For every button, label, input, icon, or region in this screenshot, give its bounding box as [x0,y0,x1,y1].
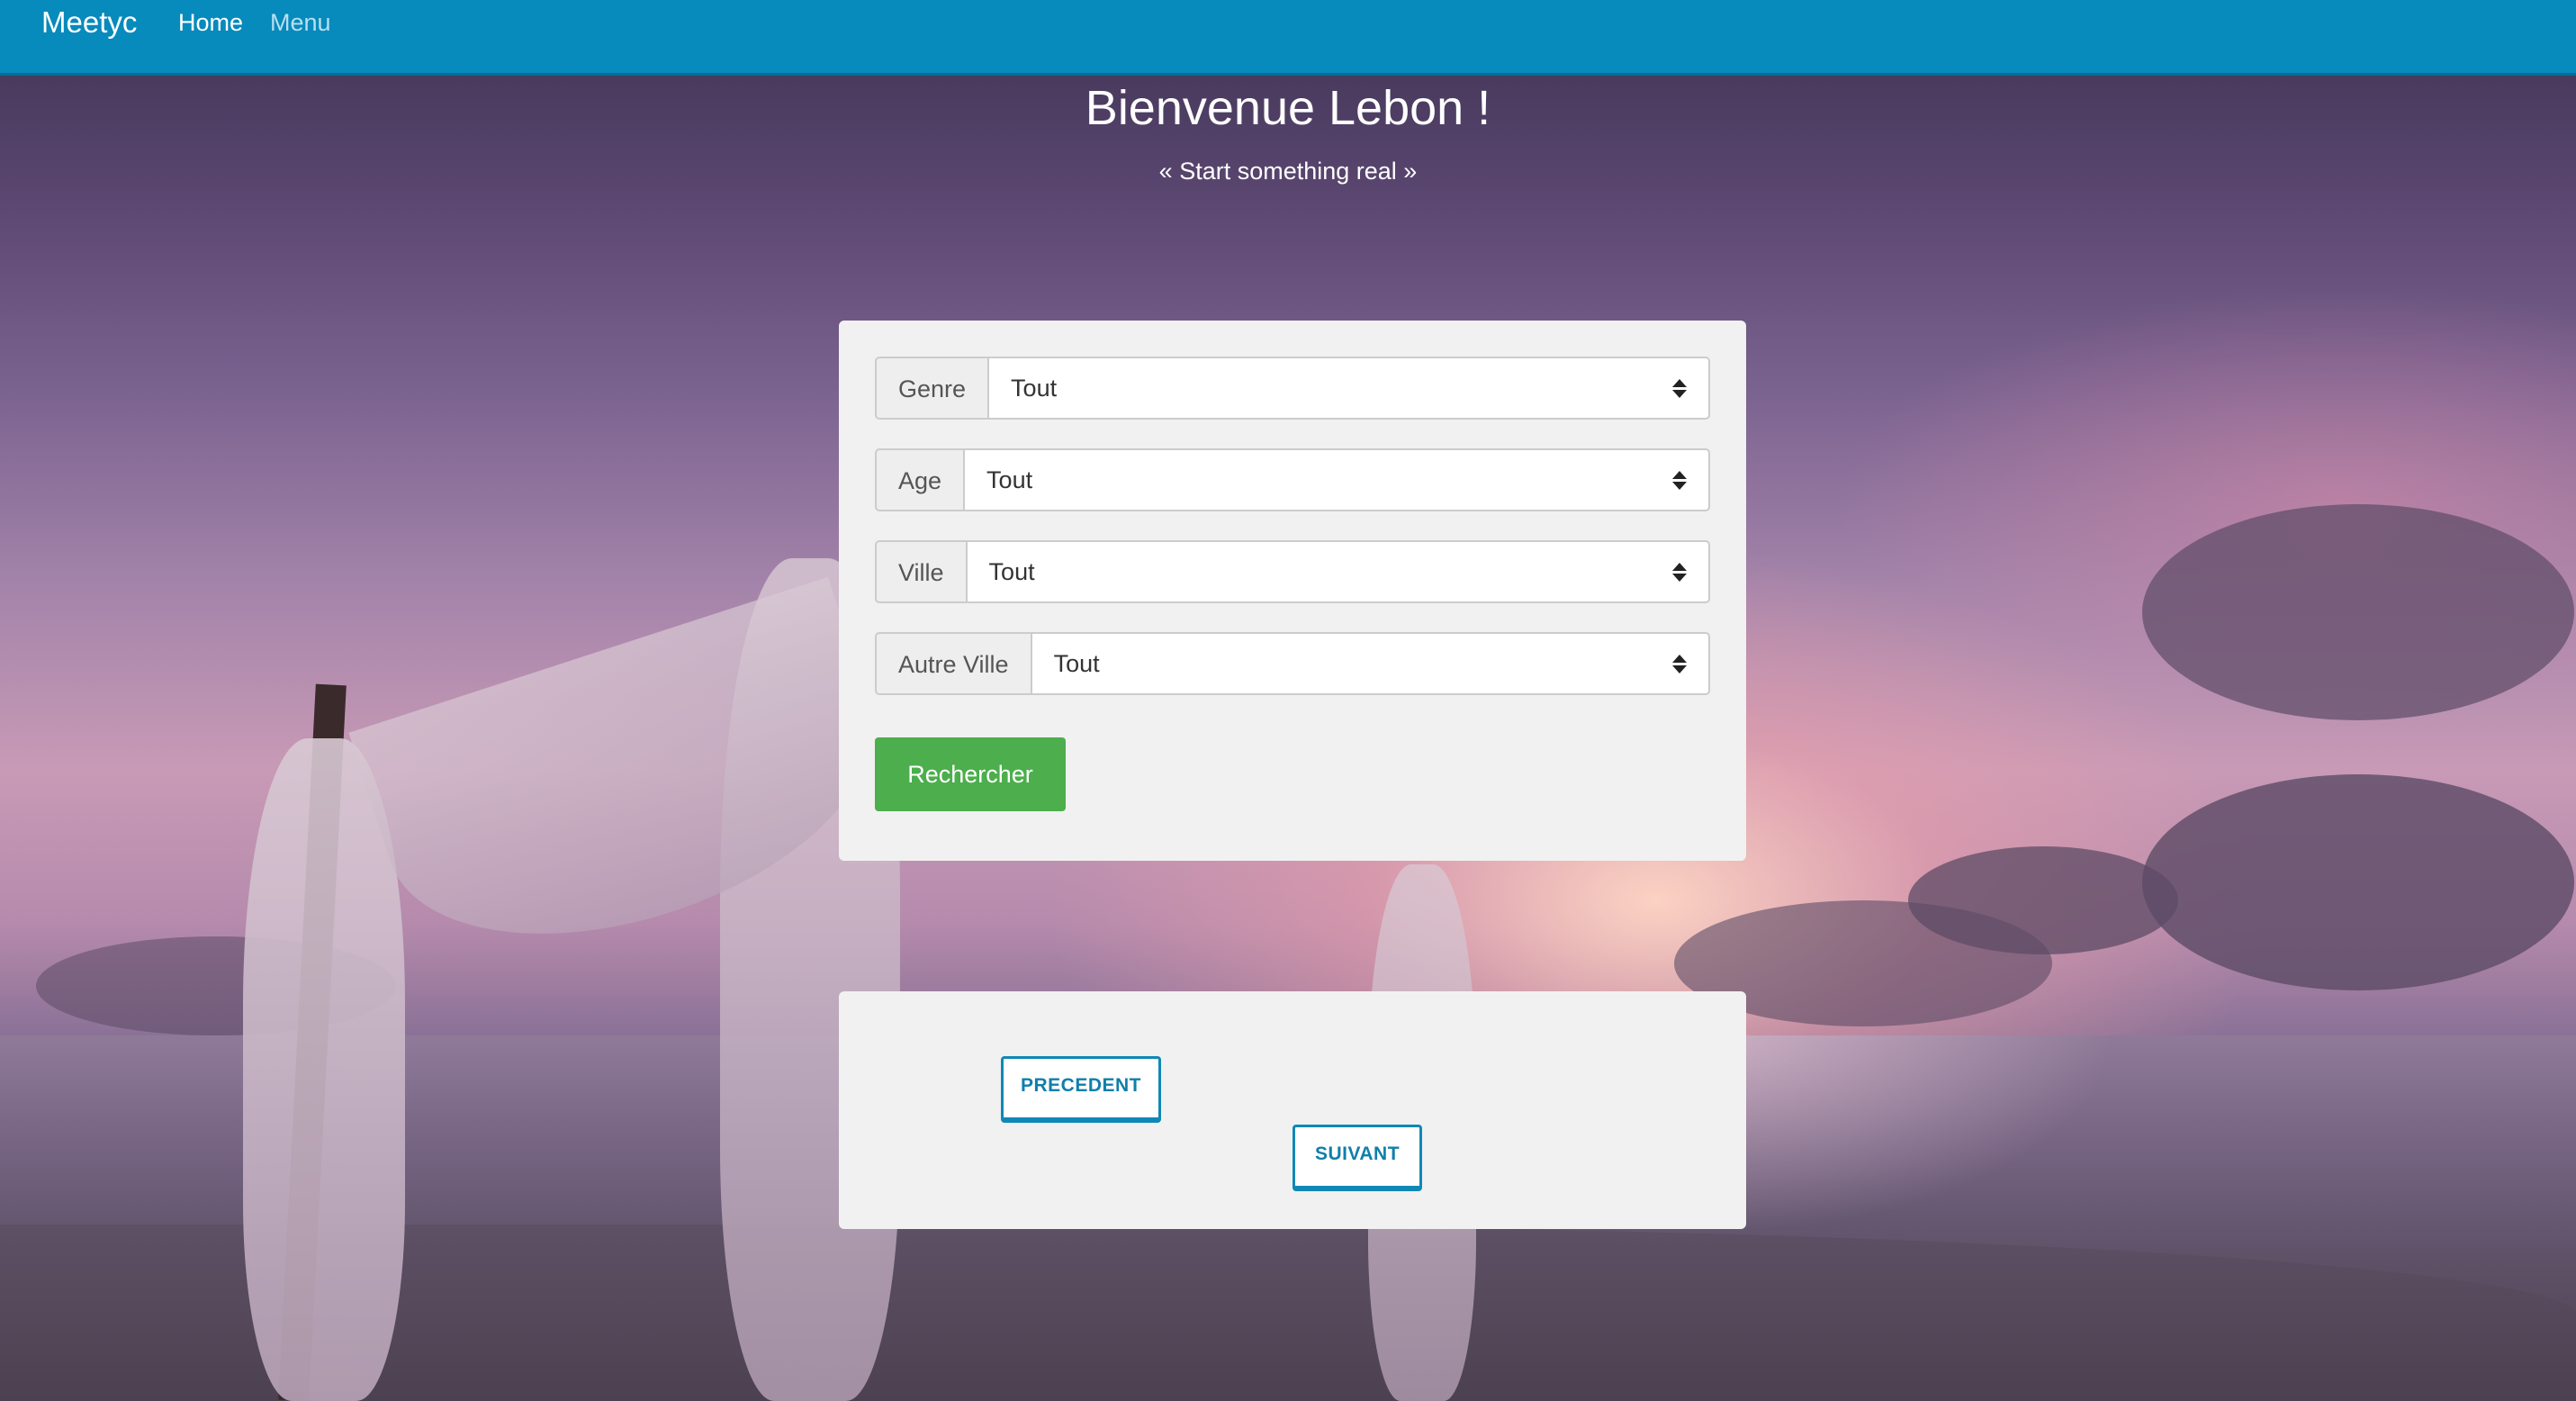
filter-age-label: Age [875,448,964,511]
filter-genre-label: Genre [875,357,988,420]
previous-button[interactable]: PRECEDENT [1001,1056,1161,1123]
filter-genre-group: Genre Tout [875,357,1710,420]
search-button[interactable]: Rechercher [875,737,1066,811]
nav-link-home[interactable]: Home [178,0,243,45]
welcome-tagline: « Start something real » [1158,158,1418,185]
background-cloud [2142,504,2574,720]
page: Meetyc Home Menu Bienvenue Lebon ! « Sta… [0,0,2576,1401]
filter-autre-ville-value: Tout [1053,650,1100,677]
filter-age-group: Age Tout [875,448,1710,511]
search-form-panel: Genre Tout Age Tout Ville Tout Autre Vil… [839,321,1746,861]
filter-genre-select[interactable]: Tout [987,357,1710,420]
filter-autre-ville-label: Autre Ville [875,632,1031,695]
updown-caret-icon [1672,450,1687,510]
background-drape [243,738,405,1401]
updown-caret-icon [1672,542,1687,601]
filter-autre-ville-group: Autre Ville Tout [875,632,1710,695]
filter-genre-value: Tout [1011,375,1058,402]
results-pager-panel: PRECEDENT SUIVANT [839,991,1746,1229]
background-cloud [2142,774,2574,990]
filter-ville-value: Tout [988,558,1035,585]
filter-ville-select[interactable]: Tout [965,540,1710,603]
filter-age-value: Tout [986,466,1033,493]
next-button[interactable]: SUIVANT [1293,1125,1422,1191]
filter-ville-group: Ville Tout [875,540,1710,603]
top-navbar: Meetyc Home Menu [0,0,2576,76]
filter-ville-label: Ville [875,540,966,603]
updown-caret-icon [1672,634,1687,693]
filter-age-select[interactable]: Tout [963,448,1710,511]
brand-logo[interactable]: Meetyc [41,0,137,45]
filter-autre-ville-select[interactable]: Tout [1030,632,1710,695]
updown-caret-icon [1672,358,1687,418]
nav-link-menu[interactable]: Menu [270,0,331,45]
welcome-title: Bienvenue Lebon ! [1085,81,1491,135]
